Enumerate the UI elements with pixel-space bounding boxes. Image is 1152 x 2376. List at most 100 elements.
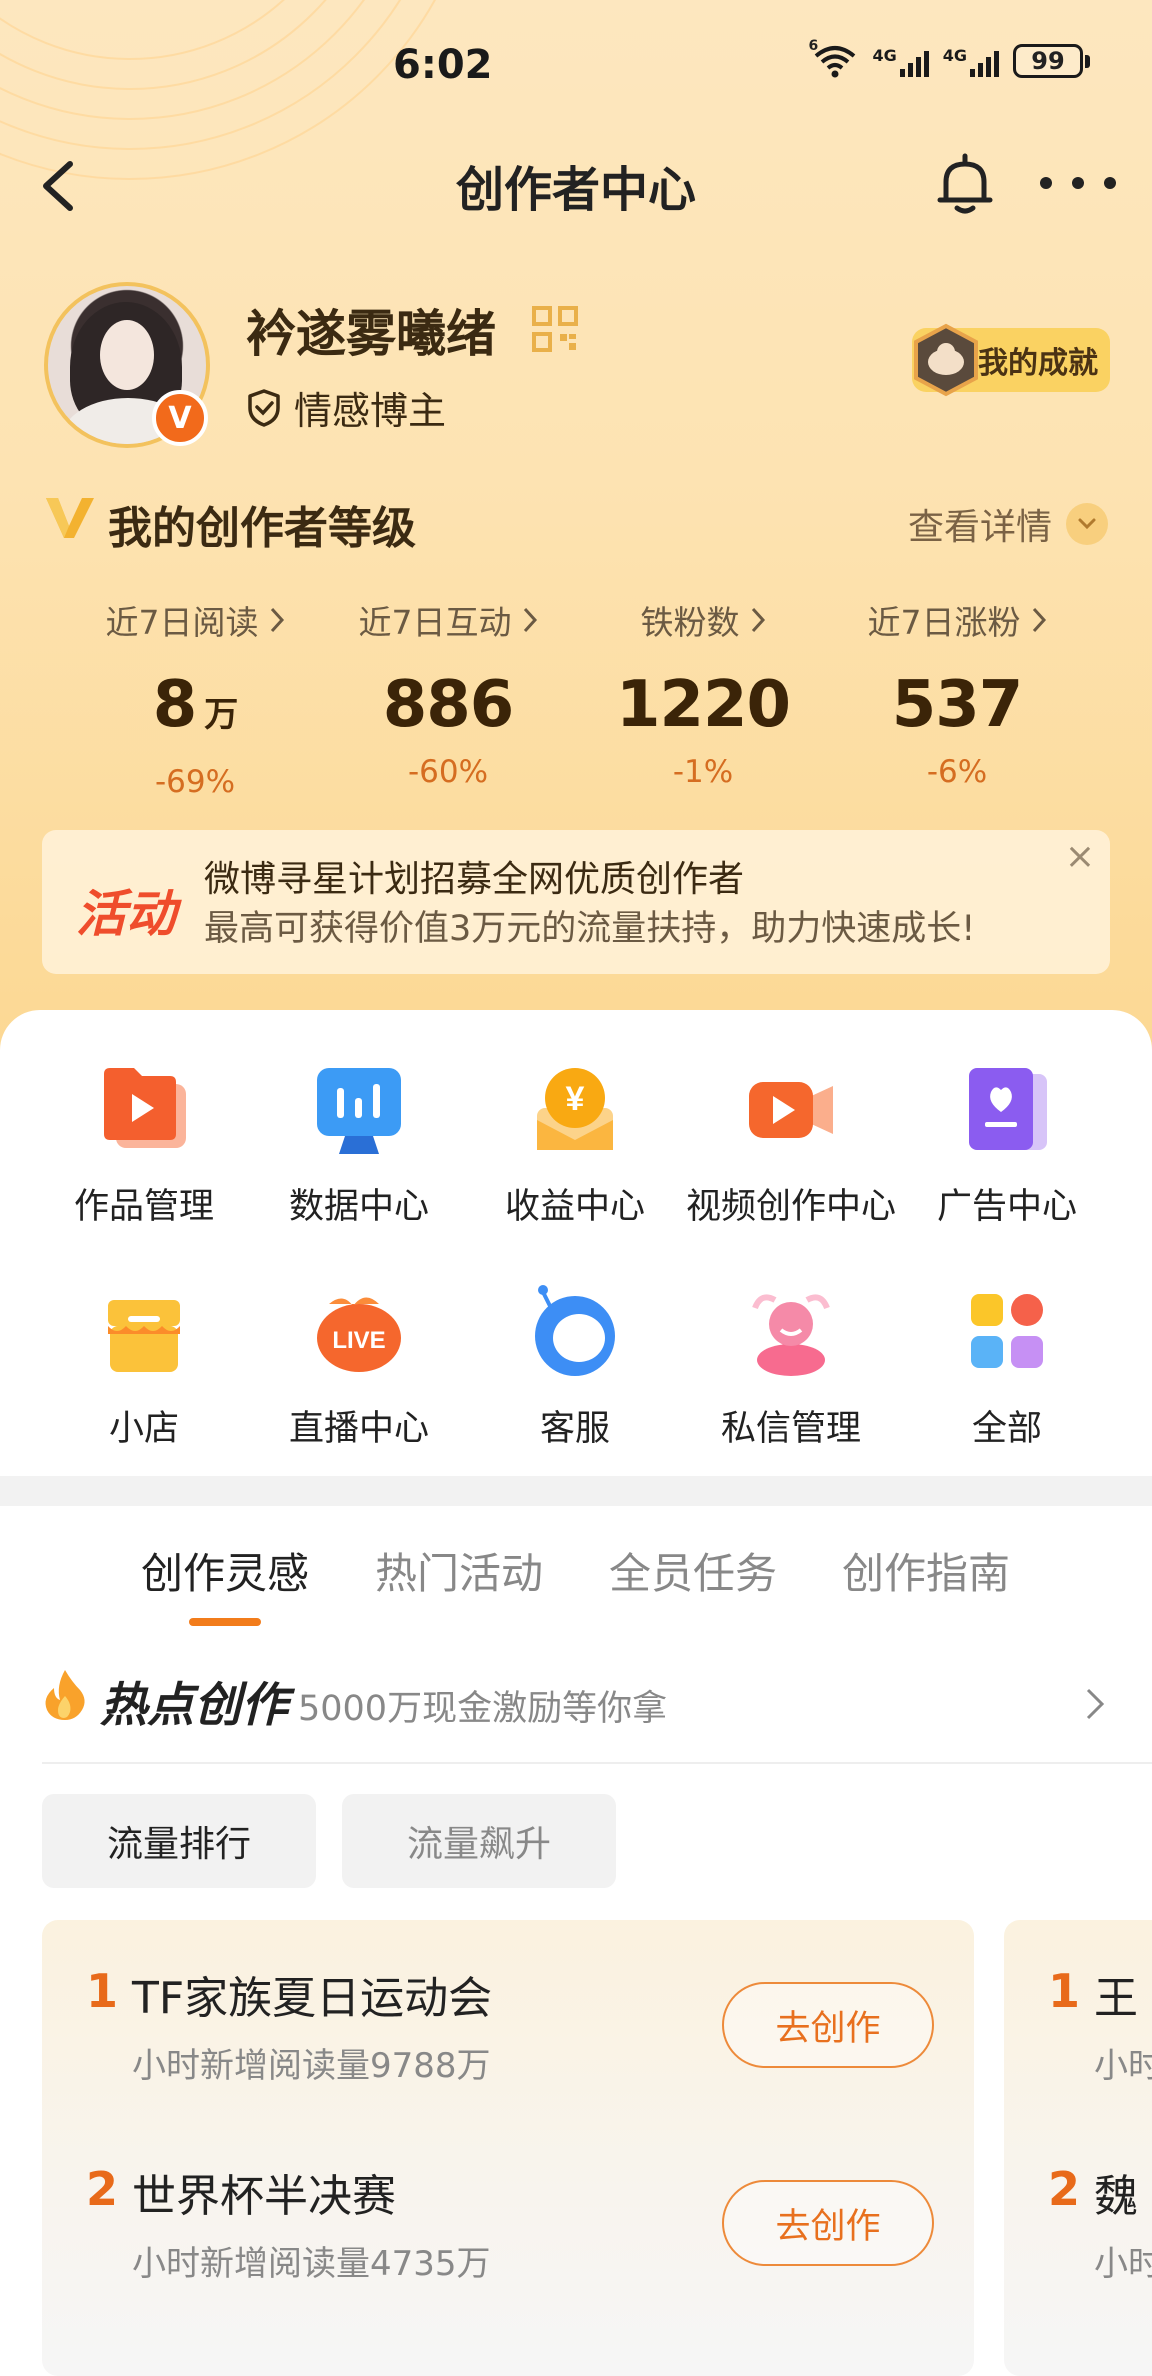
- rank-title: 魏: [1094, 2171, 1138, 2222]
- tool-customer-service[interactable]: 客服: [460, 1282, 690, 1451]
- works-icon: [94, 1060, 194, 1160]
- ranking-card: 1 TF家族夏日运动会 小时新增阅读量9788万 去创作 2 世界杯半决赛 小时…: [42, 1920, 974, 2376]
- ranking-item[interactable]: 1 王 小时: [1004, 1920, 1152, 2120]
- tool-ads[interactable]: 广告中心: [892, 1060, 1122, 1229]
- ranking-item[interactable]: 2 世界杯半决赛 小时新增阅读量4735万 去创作: [42, 2118, 974, 2318]
- username: 衿遂雾曦绪: [246, 305, 496, 363]
- rank-number: 2: [86, 2162, 119, 2216]
- stat-change: -1%: [672, 754, 734, 790]
- stat-label: 近7日互动: [358, 603, 512, 642]
- all-icon: [957, 1282, 1057, 1382]
- tab-guide[interactable]: 创作指南: [842, 1540, 1010, 1601]
- chevron-right-icon: [751, 607, 765, 633]
- hot-title: 热点创作: [100, 1678, 288, 1733]
- back-button[interactable]: [36, 158, 86, 214]
- tool-income[interactable]: ¥ 收益中心: [460, 1060, 690, 1229]
- rank-number: 2: [1048, 2162, 1081, 2216]
- tool-label: 全部: [971, 1409, 1042, 1449]
- level-title: 我的创作者等级: [108, 503, 416, 554]
- more-options-button[interactable]: [1040, 168, 1116, 198]
- tab-all-tasks[interactable]: 全员任务: [609, 1540, 777, 1601]
- status-time: 6:02: [393, 42, 493, 88]
- content-tabs: 创作灵感 热门活动 全员任务 创作指南: [0, 1506, 1152, 1646]
- tools-grid: 作品管理 数据中心 ¥ 收益中心 视频创作中心 广告中心 小店 LIVE 直播中…: [0, 1010, 1152, 1476]
- tool-video[interactable]: 视频创作中心: [676, 1060, 906, 1229]
- achievement-label: 我的成就: [978, 346, 1098, 381]
- flame-icon: [45, 1670, 85, 1720]
- stat-iron-fans[interactable]: 铁粉数 1220 -1%: [573, 596, 833, 790]
- chevron-right-icon: [1086, 1688, 1105, 1720]
- live-badge: LIVE: [332, 1327, 385, 1354]
- stat-value: 1220: [615, 668, 791, 742]
- tool-live[interactable]: LIVE 直播中心: [244, 1282, 474, 1451]
- level-v-icon: [46, 498, 94, 538]
- tool-messages[interactable]: 私信管理: [676, 1282, 906, 1451]
- tool-label: 私信管理: [720, 1409, 861, 1449]
- tool-label: 收益中心: [504, 1187, 645, 1227]
- tab-hot-events[interactable]: 热门活动: [375, 1540, 543, 1601]
- section-divider: [0, 1476, 1152, 1506]
- tool-works[interactable]: 作品管理: [29, 1060, 259, 1229]
- rank-number: 1: [1048, 1964, 1081, 2018]
- stat-interactions[interactable]: 近7日互动 886 -60%: [318, 596, 578, 790]
- ranking-item[interactable]: 1 TF家族夏日运动会 小时新增阅读量9788万 去创作: [42, 1920, 974, 2120]
- stat-reads[interactable]: 近7日阅读 8万 -69%: [65, 596, 325, 800]
- qr-code-icon[interactable]: [532, 306, 578, 352]
- level-detail-link[interactable]: 查看详情: [908, 498, 1108, 550]
- rank-meta: 小时新增阅读量9788万: [132, 2046, 491, 2086]
- tab-inspiration[interactable]: 创作灵感: [141, 1540, 309, 1601]
- notification-button[interactable]: [934, 152, 996, 218]
- achievement-button[interactable]: 我的成就: [912, 323, 1110, 397]
- tool-shop[interactable]: 小店: [29, 1282, 259, 1451]
- stat-value: 537: [891, 668, 1024, 742]
- filter-traffic-rank[interactable]: 流量排行: [42, 1794, 316, 1888]
- stat-change: -69%: [154, 764, 236, 800]
- data-center-icon: [309, 1060, 409, 1160]
- dot-icon: [1104, 177, 1116, 189]
- battery-icon: 99: [1013, 44, 1090, 78]
- live-icon: LIVE: [309, 1282, 409, 1382]
- back-arrow-icon: [43, 161, 73, 211]
- rank-title: 王: [1094, 1973, 1138, 2024]
- shield-icon: [248, 388, 280, 427]
- profile-section: V 衿遂雾曦绪 情感博主 我的成就: [0, 280, 1152, 460]
- ranking-item[interactable]: 2 魏 小时: [1004, 2118, 1152, 2318]
- rank-title: 世界杯半决赛: [132, 2171, 396, 2222]
- verified-badge: V: [152, 390, 208, 446]
- dot-icon: [1040, 177, 1052, 189]
- divider-line: [42, 1762, 1152, 1764]
- rank-meta: 小时新增阅读量4735万: [132, 2244, 491, 2284]
- creator-level-row: 我的创作者等级 查看详情: [0, 488, 1152, 558]
- battery-level: 99: [1013, 44, 1083, 78]
- medal-icon: [914, 323, 978, 397]
- tool-data-center[interactable]: 数据中心: [244, 1060, 474, 1229]
- banner-subtitle: 最高可获得价值3万元的流量扶持，助力快速成长!: [204, 909, 976, 949]
- stat-new-fans[interactable]: 近7日涨粉 537 -6%: [827, 596, 1087, 790]
- chevron-right-icon: [1032, 607, 1046, 633]
- close-icon[interactable]: ×: [1052, 832, 1108, 884]
- create-button[interactable]: 去创作: [722, 2180, 934, 2266]
- stat-label: 近7日涨粉: [867, 603, 1021, 642]
- chevron-right-icon: [270, 607, 284, 633]
- video-icon: [741, 1060, 841, 1160]
- cellular-signal-icon: 4G: [872, 46, 929, 77]
- cellular-signal-icon: 4G: [943, 46, 999, 77]
- activity-banner[interactable]: 活动 微博寻星计划招募全网优质创作者 最高可获得价值3万元的流量扶持，助力快速成…: [42, 830, 1110, 974]
- nav-bar: 创作者中心: [0, 140, 1152, 230]
- create-button[interactable]: 去创作: [722, 1982, 934, 2068]
- filter-traffic-rising[interactable]: 流量飙升: [342, 1794, 616, 1888]
- stat-change: -60%: [407, 754, 489, 790]
- hot-subtitle: 5000万现金激励等你拿: [298, 1689, 668, 1729]
- stat-unit: 万: [204, 695, 238, 735]
- tool-all[interactable]: 全部: [892, 1282, 1122, 1451]
- stats-row: 近7日阅读 8万 -69% 近7日互动 886 -60% 铁粉数 1220 -1…: [0, 596, 1152, 800]
- income-icon: ¥: [525, 1060, 625, 1160]
- chevron-right-icon: [523, 607, 537, 633]
- status-icons: 6 4G 4G 99: [808, 38, 1090, 78]
- level-detail-label: 查看详情: [907, 507, 1052, 548]
- tool-label: 客服: [539, 1409, 610, 1449]
- hot-creation-header[interactable]: 热点创作 5000万现金激励等你拿: [0, 1648, 1152, 1764]
- tool-label: 作品管理: [73, 1187, 214, 1227]
- tool-label: 广告中心: [936, 1187, 1077, 1227]
- chevron-down-icon: [1066, 503, 1108, 545]
